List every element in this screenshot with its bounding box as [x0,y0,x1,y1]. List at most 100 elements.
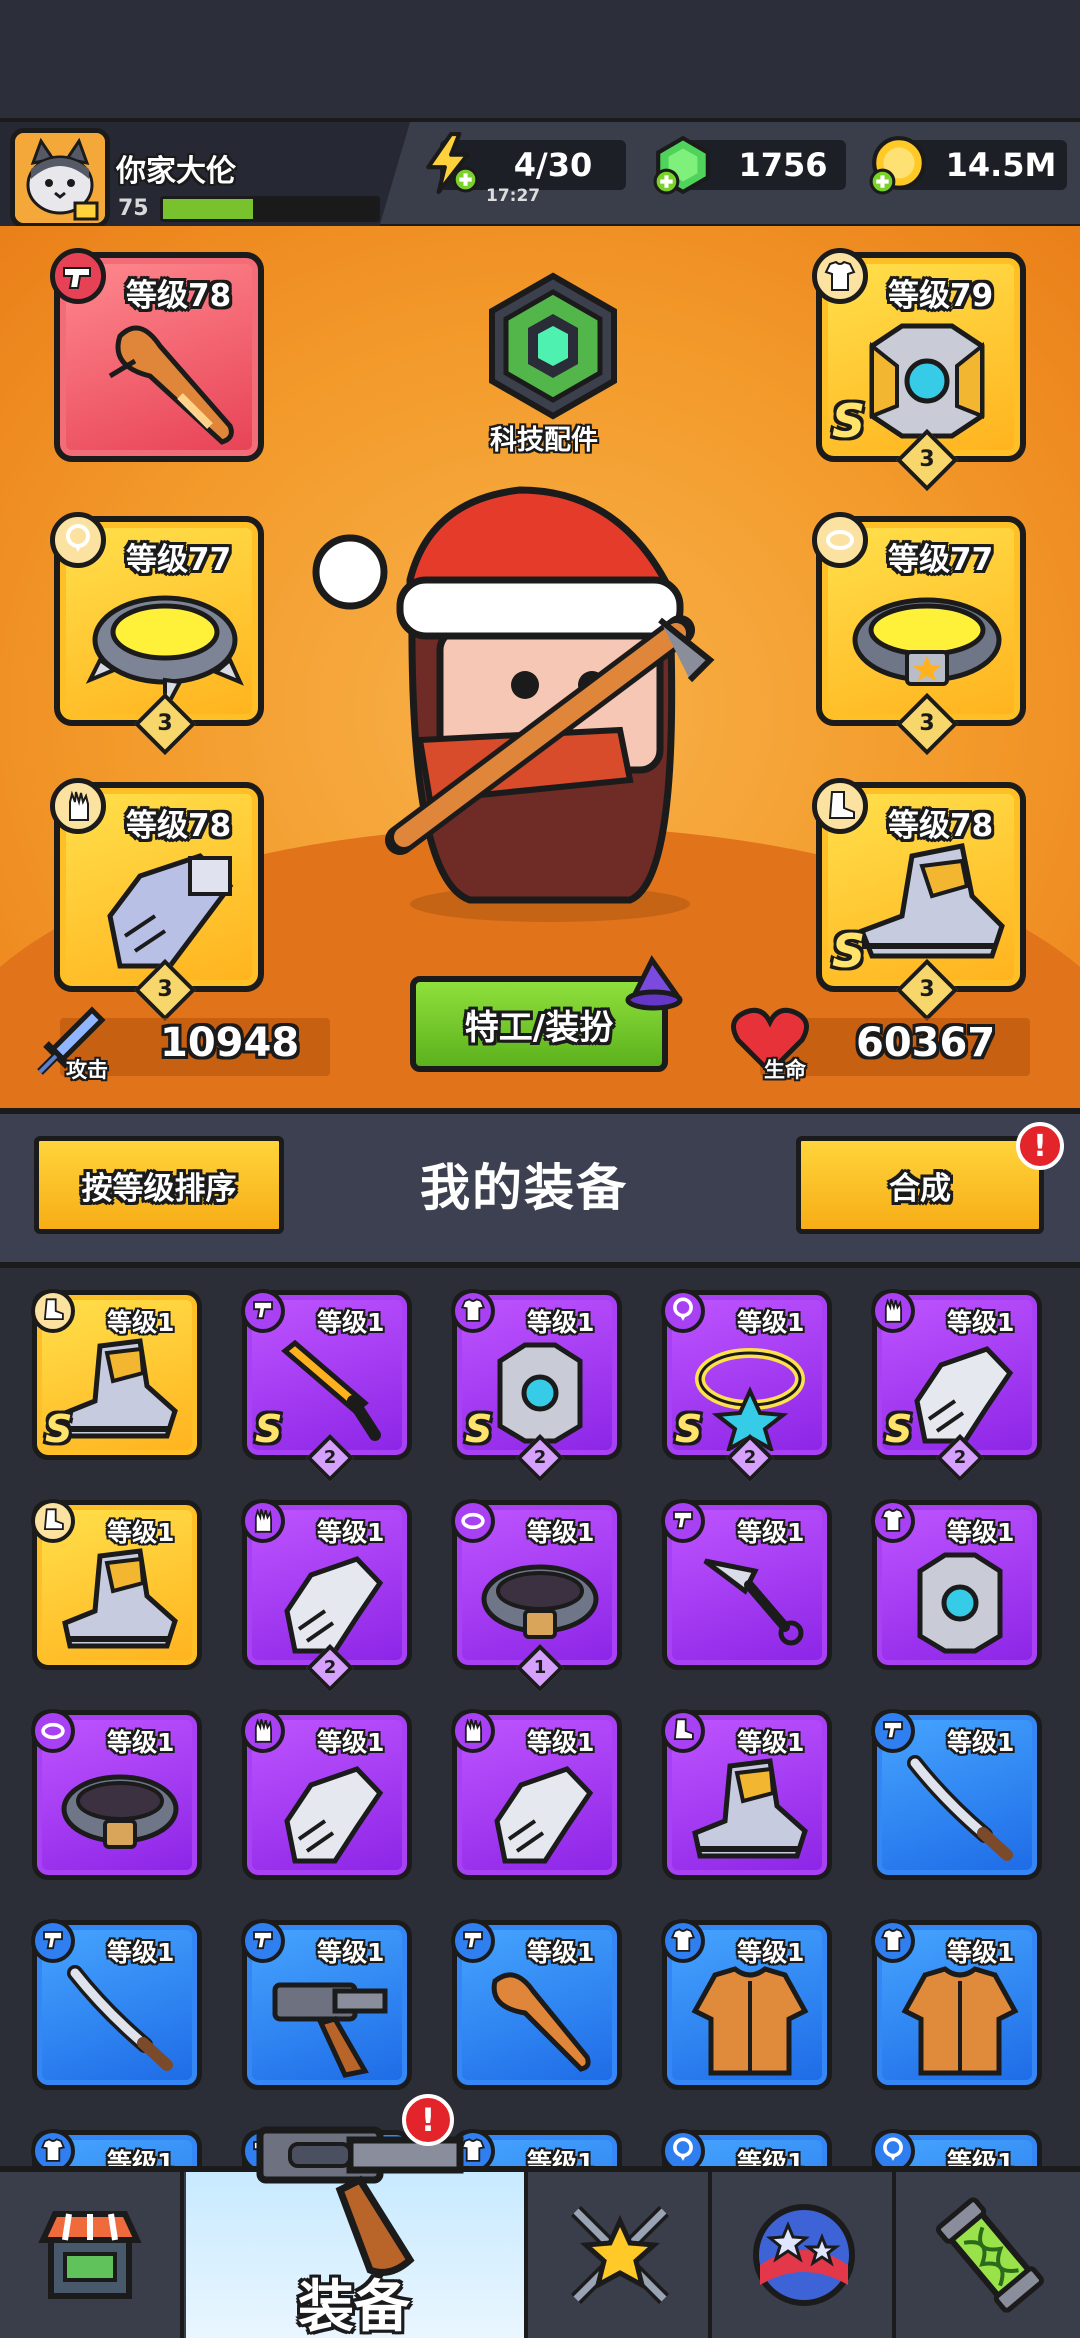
glove-icon [50,778,106,834]
armor-category-icon [871,1499,915,1543]
katana-icon [67,1965,173,2071]
tab-battle[interactable] [532,2172,712,2338]
jacket-icon [691,1966,809,2076]
inventory-item-belt[interactable]: 等级1 [31,1709,202,1880]
glove-icon [284,1766,384,1864]
equip-slot-armor[interactable]: 等级79 S 3 [812,248,1026,492]
armor-category-icon [31,2129,75,2168]
jacket-category-icon [871,1919,915,1963]
bat-category-icon [451,1919,495,1963]
inventory-item-glove[interactable]: 等级1 S 2 [871,1289,1042,1483]
dna-capsule-icon [936,2197,1044,2313]
energy-bolt-icon[interactable] [418,132,480,194]
kunai-category-icon [661,1499,705,1543]
belt-icon [61,1774,179,1849]
armor-icon [917,1552,1003,1654]
merge-button[interactable]: 合成 [796,1136,1044,1234]
inventory-item-necklace[interactable]: 等级1 [661,2129,832,2168]
inventory-item-armor[interactable]: 等级1 [31,2129,202,2168]
boot-icon [812,778,868,834]
xp-bar [160,196,380,222]
boot-icon [62,1548,178,1649]
s-rank-mark: S [832,394,866,448]
boot-icon [62,1338,178,1439]
equip-slot-gloves[interactable]: 等级78 3 [50,778,264,1022]
inventory-item-glove[interactable]: 等级1 2 [241,1499,412,1693]
tab-evolve[interactable] [900,2172,1080,2338]
energy-timer: 17:27 [486,186,541,206]
inventory-item-armor[interactable]: 等级1 [451,2129,622,2168]
inventory-grid: 等级1 S 等级1 S 2 等级1 S 2 等级1 S 2 等级1 S 2 等级1 等级1 2 等级1 1 等级1 等级… [0,1268,1080,2168]
inventory-item-armor[interactable]: 等级1 S 2 [451,1289,622,1483]
necklace-category-icon [661,1289,705,1333]
tab-equipment-label: 装备 [298,2275,410,2338]
s-rank-mark: S [465,1407,493,1451]
inventory-item-kunai[interactable]: 等级1 [661,1499,832,1670]
katana-icon [907,1755,1013,1861]
equip-slot-necklace[interactable]: 等级77 3 [50,512,264,756]
inventory-item-belt[interactable]: 等级1 1 [451,1499,622,1693]
shop-icon [38,2211,142,2299]
equip-slot-belt[interactable]: 等级77 3 [812,512,1026,756]
necklace-category-icon [661,2129,705,2168]
item-level: 等级1 [947,2148,1015,2168]
sort-by-level-button[interactable]: 按等级排序 [34,1136,284,1234]
inventory-item-boot[interactable]: 等级1 [661,1709,832,1880]
glove-category-icon [241,1499,285,1543]
player-name: 你家大伦 [116,154,236,189]
inventory-item-armor[interactable]: 等级1 [871,1499,1042,1670]
hero-character[interactable] [300,480,780,940]
item-level: 等级1 [737,2148,805,2168]
tab-talent[interactable] [716,2172,896,2338]
tab-shop[interactable] [0,2172,184,2338]
equip-slot-boots[interactable]: 等级78 S 3 [812,778,1026,1022]
inventory-item-glove[interactable]: 等级1 [451,1709,622,1880]
glove-category-icon [451,1709,495,1753]
inventory-item-necklace[interactable]: 等级1 S 2 [661,1289,832,1483]
player-level: 75 [118,196,149,221]
katana-category-icon [31,1919,75,1963]
cat-avatar-icon [15,133,105,223]
armor-icon [812,248,868,304]
inventory-item-jacket[interactable]: 等级1 [661,1919,832,2090]
inventory-item-revolver[interactable]: 等级1 [241,1919,412,2090]
inventory-item-sword[interactable]: 等级1 S 2 [241,1289,412,1483]
gem-icon[interactable] [652,134,714,196]
s-rank-mark: S [255,1407,283,1451]
merge-alert-badge: ! [1016,1122,1064,1170]
inventory-item-necklace[interactable]: 等级1 [871,2129,1042,2168]
status-bar-area [0,0,1080,118]
boot-category-icon [31,1289,75,1333]
s-rank-mark: S [832,924,866,978]
item-level: 等级1 [527,2148,595,2168]
armor-category-icon [451,1289,495,1333]
wizard-hat-icon [625,955,683,1011]
kunai-icon [703,1558,804,1646]
s-rank-mark: S [45,1407,73,1451]
boot-icon [692,1758,808,1859]
jacket-category-icon [661,1919,705,1963]
inventory-item-boot[interactable]: 等级1 S [31,1289,202,1460]
item-level: 等级1 [107,2148,175,2168]
bat-icon [491,1972,591,2072]
boot-category-icon [31,1499,75,1543]
inventory-item-glove[interactable]: 等级1 [241,1709,412,1880]
crossed-swords-star-icon [571,2206,669,2304]
inventory-item-katana[interactable]: 等级1 [31,1919,202,2090]
bat-weapon-icon [108,325,234,445]
necklace-category-icon [871,2129,915,2168]
inventory-item-jacket[interactable]: 等级1 [871,1919,1042,2090]
coin-icon[interactable] [868,134,930,196]
belt-category-icon [451,1499,495,1543]
glove-icon [494,1766,594,1864]
attack-label: 攻击 [66,1058,108,1082]
tech-accessory-button[interactable] [478,270,628,420]
inventory-item-boot[interactable]: 等级1 [31,1499,202,1670]
coin-value: 14.5M [945,146,1057,184]
gun-icon [50,248,106,304]
boot-category-icon [661,1709,705,1753]
inventory-item-katana[interactable]: 等级1 [871,1709,1042,1880]
player-avatar[interactable] [10,128,110,228]
inventory-item-bat[interactable]: 等级1 [451,1919,622,2090]
equip-slot-weapon[interactable]: 等级78 [50,248,264,462]
